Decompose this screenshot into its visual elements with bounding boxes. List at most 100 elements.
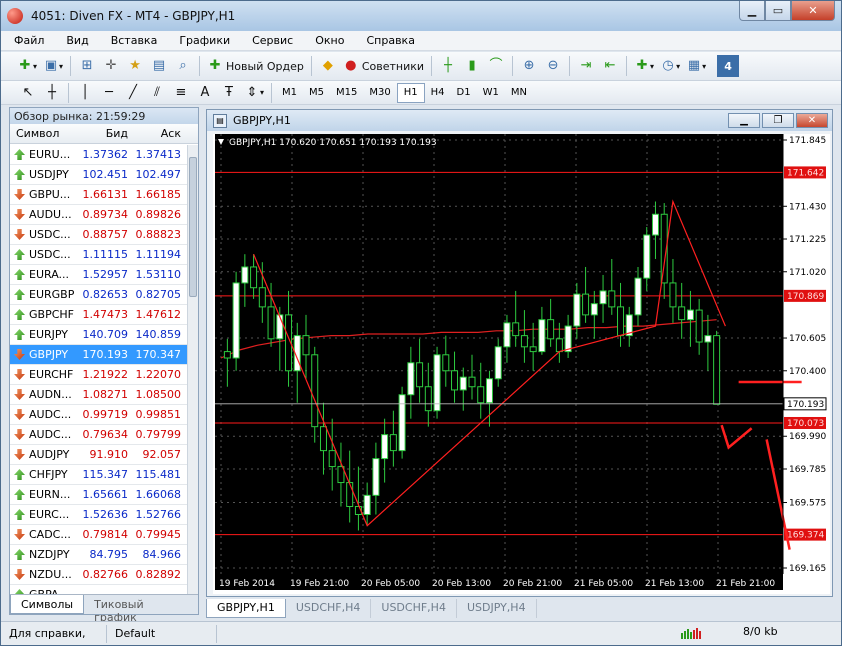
menu-bar: Файл Вид Вставка Графики Сервис Окно Спр…	[1, 31, 841, 51]
tf-M1[interactable]: M1	[276, 83, 303, 103]
market-row[interactable]: NZDJPY 84.795 84.966	[10, 545, 188, 565]
market-row[interactable]: NZDU... 0.82766 0.82892	[10, 565, 188, 585]
candle-body	[590, 303, 598, 316]
scrollbar-thumb[interactable]	[189, 157, 197, 297]
new-chart-button[interactable]: ✚ ▾	[15, 55, 39, 77]
data-window-button[interactable]: ✛	[100, 55, 122, 77]
title-bar[interactable]: 4051: Diven FX - MT4 - GBPJPY,H1 ▁ ▭ ✕	[1, 1, 841, 31]
market-row[interactable]: EURJPY 140.709 140.859	[10, 325, 188, 345]
candle-body	[538, 319, 546, 353]
auto-scroll-button[interactable]: ⇥	[575, 55, 597, 77]
chart-tab-gbpjpy-h1[interactable]: GBPJPY,H1	[206, 599, 286, 618]
market-row[interactable]: EURC... 1.52636 1.52766	[10, 505, 188, 525]
new-order-button[interactable]: ✚ Новый Ордер	[205, 55, 306, 77]
chart-tab-usdchf-h4-2[interactable]: USDCHF,H4	[371, 599, 457, 618]
header-bid[interactable]: Бид	[76, 127, 128, 140]
market-row[interactable]: AUDJPY 91.910 92.057	[10, 445, 188, 465]
market-row[interactable]: CHFJPY 115.347 115.481	[10, 465, 188, 485]
market-watch-scrollbar[interactable]	[187, 145, 198, 595]
chart-close-button[interactable]: ✕	[796, 113, 828, 128]
mt4-badge[interactable]: 4	[717, 55, 740, 77]
metaeditor-button[interactable]: ◆	[317, 55, 339, 77]
market-row[interactable]: GBPU... 1.66131 1.66185	[10, 185, 188, 205]
menu-view[interactable]: Вид	[53, 34, 97, 47]
market-row[interactable]: USDJPY 102.451 102.497	[10, 165, 188, 185]
trendline-button[interactable]: ╱	[122, 82, 144, 104]
chart-shift-button[interactable]: ⇤	[599, 55, 621, 77]
menu-charts[interactable]: Графики	[166, 34, 239, 47]
chart-restore-button[interactable]: ❐	[762, 113, 794, 128]
tf-D1[interactable]: D1	[451, 83, 477, 103]
tf-M15[interactable]: M15	[330, 83, 363, 103]
channel-button[interactable]: ⫽	[146, 82, 168, 104]
symbol-name: AUDJPY	[29, 448, 70, 461]
close-button[interactable]: ✕	[791, 1, 835, 21]
chart-canvas[interactable]: 171.642 170.869 170.073 169.374 171.845 171.4…	[213, 134, 830, 594]
auto-scroll-icon: ⇥	[580, 58, 592, 73]
market-row[interactable]: USDC... 0.88757 0.88823	[10, 225, 188, 245]
candlestick-chart[interactable]: 171.642 170.869 170.073 169.374 171.845 171.4…	[213, 134, 830, 594]
market-row[interactable]: AUDC... 0.79634 0.79799	[10, 425, 188, 445]
tf-MN[interactable]: MN	[505, 83, 533, 103]
tf-H1[interactable]: H1	[396, 82, 425, 103]
tf-M5[interactable]: M5	[303, 83, 330, 103]
bid-price: 1.37362	[82, 148, 129, 161]
horizontal-line-button[interactable]: ─	[98, 82, 120, 104]
menu-insert[interactable]: Вставка	[98, 34, 167, 47]
tf-H4[interactable]: H4	[425, 83, 451, 103]
market-row[interactable]: AUDU... 0.89734 0.89826	[10, 205, 188, 225]
templates-button[interactable]: ▦ ▾	[684, 55, 708, 77]
terminal-button[interactable]: ▤	[148, 55, 170, 77]
zoom-out-button[interactable]: ⊖	[542, 55, 564, 77]
arrows-button[interactable]: ⇕ ▾	[242, 82, 266, 104]
navigator-button[interactable]: ★	[124, 55, 146, 77]
arrow-down-icon	[14, 429, 25, 440]
market-row[interactable]: EURCHF 1.21922 1.22070	[10, 365, 188, 385]
chart-window-titlebar[interactable]: ▤ GBPJPY,H1 ▁ ❐ ✕	[207, 110, 832, 131]
header-symbol[interactable]: Символ	[10, 127, 76, 140]
text-button[interactable]: A	[194, 82, 216, 104]
zoom-in-button[interactable]: ⊕	[518, 55, 540, 77]
market-row[interactable]: GBPCHF 1.47473 1.47612	[10, 305, 188, 325]
periods-button[interactable]: ◷ ▾	[658, 55, 682, 77]
market-row[interactable]: GBPJPY 170.193 170.347	[10, 345, 188, 365]
tester-button[interactable]: ⌕	[172, 55, 194, 77]
tab-symbols[interactable]: Символы	[10, 595, 85, 614]
bar-chart-button[interactable]: ┼	[437, 55, 459, 77]
header-ask[interactable]: Аск	[128, 127, 181, 140]
chart-tab-usdjpy-h4[interactable]: USDJPY,H4	[457, 599, 537, 618]
menu-file[interactable]: Файл	[1, 34, 53, 47]
market-row[interactable]: EURGBP 0.82653 0.82705	[10, 285, 188, 305]
menu-help[interactable]: Справка	[353, 34, 423, 47]
market-row[interactable]: CADC... 0.79814 0.79945	[10, 525, 188, 545]
crosshair-button[interactable]: ┼	[41, 82, 63, 104]
market-row[interactable]: AUDN... 1.08271 1.08500	[10, 385, 188, 405]
expert-advisors-button[interactable]: ● Советники	[341, 55, 426, 77]
market-row[interactable]: EURA... 1.52957 1.53110	[10, 265, 188, 285]
chart-minimize-button[interactable]: ▁	[728, 113, 760, 128]
cursor-button[interactable]: ↖	[17, 82, 39, 104]
line-chart-button[interactable]: ⌒	[485, 55, 507, 77]
market-row[interactable]: USDC... 1.11115 1.11194	[10, 245, 188, 265]
profiles-button[interactable]: ▣ ▾	[41, 55, 65, 77]
text-label-button[interactable]: Ŧ	[218, 82, 240, 104]
tab-tick-chart[interactable]: Тиковый график	[84, 595, 198, 624]
candlestick-button[interactable]: ▮	[461, 55, 483, 77]
menu-window[interactable]: Окно	[302, 34, 353, 47]
market-watch-button[interactable]: ⊞	[76, 55, 98, 77]
time-tick-label: 20 Feb 13:00	[432, 579, 491, 589]
fibonacci-button[interactable]: ≡	[170, 82, 192, 104]
candle-body	[704, 335, 712, 343]
menu-tools[interactable]: Сервис	[239, 34, 302, 47]
maximize-button[interactable]: ▭	[765, 1, 791, 21]
market-row[interactable]: EURU... 1.37362 1.37413	[10, 145, 188, 165]
tf-W1[interactable]: W1	[477, 83, 505, 103]
bid-price: 0.99719	[82, 408, 129, 421]
market-row[interactable]: EURN... 1.65661 1.66068	[10, 485, 188, 505]
minimize-button[interactable]: ▁	[739, 1, 765, 21]
chart-tab-usdchf-h4[interactable]: USDCHF,H4	[286, 599, 372, 618]
indicators-button[interactable]: ✚ ▾	[632, 55, 656, 77]
market-row[interactable]: AUDC... 0.99719 0.99851	[10, 405, 188, 425]
tf-M30[interactable]: M30	[363, 83, 396, 103]
vertical-line-button[interactable]: │	[74, 82, 96, 104]
